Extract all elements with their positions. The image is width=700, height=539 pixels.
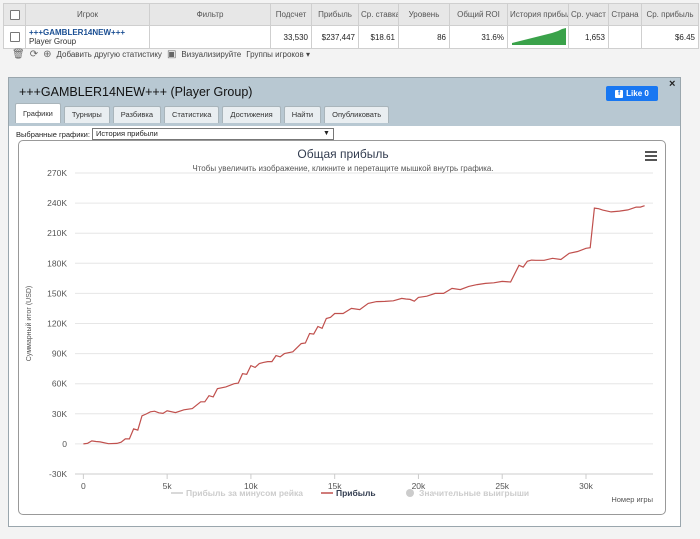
col-header-avg-profit[interactable]: Ср. прибыль bbox=[641, 3, 699, 26]
col-header-avg-entrants[interactable]: Ср. участ bbox=[568, 3, 609, 26]
add-icon: ⊕ bbox=[43, 48, 52, 60]
col-header-country[interactable]: Страна bbox=[608, 3, 642, 26]
profit-chart[interactable]: Общая прибыль Чтобы увеличить изображение… bbox=[18, 140, 666, 515]
player-groups-label: Группы игроков bbox=[246, 49, 304, 59]
player-panel: +++GAMBLER14NEW+++ (Player Group) f Like … bbox=[8, 77, 681, 527]
like-label: Like 0 bbox=[626, 89, 649, 98]
col-header-level[interactable]: Уровень bbox=[398, 3, 450, 26]
stats-header-row: Игрок Фильтр Подсчет Прибыль Ср. ставка … bbox=[3, 3, 699, 26]
visualize-button[interactable]: Визуализируйте bbox=[181, 50, 241, 59]
tab-publish[interactable]: Опубликовать bbox=[324, 106, 390, 123]
chart-select[interactable]: История прибыли ▼ bbox=[91, 128, 334, 140]
facebook-like-button[interactable]: f Like 0 bbox=[606, 86, 658, 101]
hamburger-icon-bar bbox=[645, 151, 657, 153]
chevron-down-icon: ▼ bbox=[323, 130, 330, 137]
tab-find[interactable]: Найти bbox=[283, 106, 322, 123]
chart-title: Общая прибыль bbox=[297, 147, 388, 161]
col-header-profit-history[interactable]: История прибыли bbox=[507, 3, 569, 26]
profit-history-sparkline[interactable] bbox=[507, 25, 569, 49]
col-header-roi[interactable]: Общий ROI bbox=[449, 3, 508, 26]
y-tick-label: -30K bbox=[49, 469, 67, 479]
player-cell: +++GAMBLER14NEW+++ Player Group bbox=[25, 25, 150, 49]
row-checkbox[interactable] bbox=[3, 25, 26, 49]
chart-select-value: История прибыли bbox=[95, 129, 158, 138]
chart-select-label: Выбранные графики: bbox=[16, 129, 90, 139]
hamburger-icon[interactable] bbox=[645, 151, 657, 161]
legend-marker bbox=[406, 489, 414, 497]
y-tick-label: 120K bbox=[47, 319, 67, 329]
series-line-profit bbox=[83, 205, 645, 445]
filter-cell bbox=[149, 25, 271, 49]
count-cell: 33,530 bbox=[270, 25, 312, 49]
facebook-icon: f bbox=[615, 89, 624, 98]
level-cell: 86 bbox=[398, 25, 450, 49]
avg-profit-cell: $6.45 bbox=[641, 25, 699, 49]
player-type: Player Group bbox=[29, 37, 77, 46]
y-tick-label: 240K bbox=[47, 198, 67, 208]
hamburger-icon-bar bbox=[645, 155, 657, 157]
select-all-checkbox[interactable] bbox=[3, 3, 26, 26]
x-tick-label: 30k bbox=[579, 481, 593, 491]
stats-table: Игрок Фильтр Подсчет Прибыль Ср. ставка … bbox=[3, 3, 699, 49]
x-tick-label: 5k bbox=[163, 481, 173, 491]
chart-select-row: Выбранные графики: История прибыли ▼ bbox=[16, 128, 334, 140]
add-stats-button[interactable]: Добавить другую статистику bbox=[56, 50, 161, 59]
player-groups-dropdown[interactable]: Группы игроков ▾ bbox=[246, 50, 310, 59]
y-tick-label: 60K bbox=[52, 379, 67, 389]
trash-icon[interactable]: 🗑 bbox=[12, 49, 25, 60]
tab-statistics[interactable]: Статистика bbox=[164, 106, 220, 123]
tab-tournaments[interactable]: Турниры bbox=[63, 106, 110, 123]
y-tick-label: 180K bbox=[47, 258, 67, 268]
col-header-count[interactable]: Подсчет bbox=[270, 3, 312, 26]
visualize-icon: ▣ bbox=[166, 48, 177, 60]
panel-title: +++GAMBLER14NEW+++ (Player Group) bbox=[19, 85, 253, 99]
tab-achievements[interactable]: Достижения bbox=[222, 106, 281, 123]
panel-header: +++GAMBLER14NEW+++ (Player Group) f Like … bbox=[9, 78, 680, 126]
y-tick-label: 150K bbox=[47, 288, 67, 298]
country-cell bbox=[608, 25, 642, 49]
roi-cell: 31.6% bbox=[449, 25, 508, 49]
toolbar: 🗑 ⟳ ⊕ Добавить другую статистику ▣ Визуа… bbox=[12, 47, 310, 61]
close-icon[interactable]: × bbox=[669, 78, 675, 90]
col-header-filter[interactable]: Фильтр bbox=[149, 3, 271, 26]
chart-subtitle: Чтобы увеличить изображение, кликните и … bbox=[192, 164, 493, 173]
refresh-icon[interactable]: ⟳ bbox=[30, 49, 38, 60]
chart-svg: Общая прибыль Чтобы увеличить изображение… bbox=[25, 147, 657, 504]
table-row: +++GAMBLER14NEW+++ Player Group 33,530 $… bbox=[3, 25, 699, 49]
y-tick-label: 270K bbox=[47, 168, 67, 178]
y-tick-label: 210K bbox=[47, 228, 67, 238]
profit-cell: $237,447 bbox=[311, 25, 359, 49]
legend-item[interactable]: Прибыль за минусом рейка bbox=[186, 488, 303, 498]
tab-breakdown[interactable]: Разбивка bbox=[112, 106, 162, 123]
x-tick-label: 0 bbox=[81, 481, 86, 491]
x-axis-label: Номер игры bbox=[611, 495, 653, 504]
col-header-profit[interactable]: Прибыль bbox=[311, 3, 359, 26]
y-tick-label: 0 bbox=[62, 439, 67, 449]
y-tick-label: 30K bbox=[52, 409, 67, 419]
tab-charts[interactable]: Графики bbox=[15, 103, 61, 123]
col-header-player[interactable]: Игрок bbox=[25, 3, 150, 26]
legend-item[interactable]: Прибыль bbox=[336, 488, 376, 498]
hamburger-icon-bar bbox=[645, 159, 657, 161]
avg-stake-cell: $18.61 bbox=[358, 25, 399, 49]
avg-entrants-cell: 1,653 bbox=[568, 25, 609, 49]
y-axis-label: Суммарный итог (USD) bbox=[25, 286, 33, 362]
y-tick-label: 90K bbox=[52, 349, 67, 359]
sparkline-chart bbox=[512, 28, 566, 45]
player-name-link[interactable]: +++GAMBLER14NEW+++ bbox=[29, 28, 146, 37]
panel-tabs: Графики Турниры Разбивка Статистика Дост… bbox=[15, 103, 390, 123]
col-header-avg-stake[interactable]: Ср. ставка bbox=[358, 3, 399, 26]
legend-item[interactable]: Значительные выигрыши bbox=[419, 488, 529, 498]
